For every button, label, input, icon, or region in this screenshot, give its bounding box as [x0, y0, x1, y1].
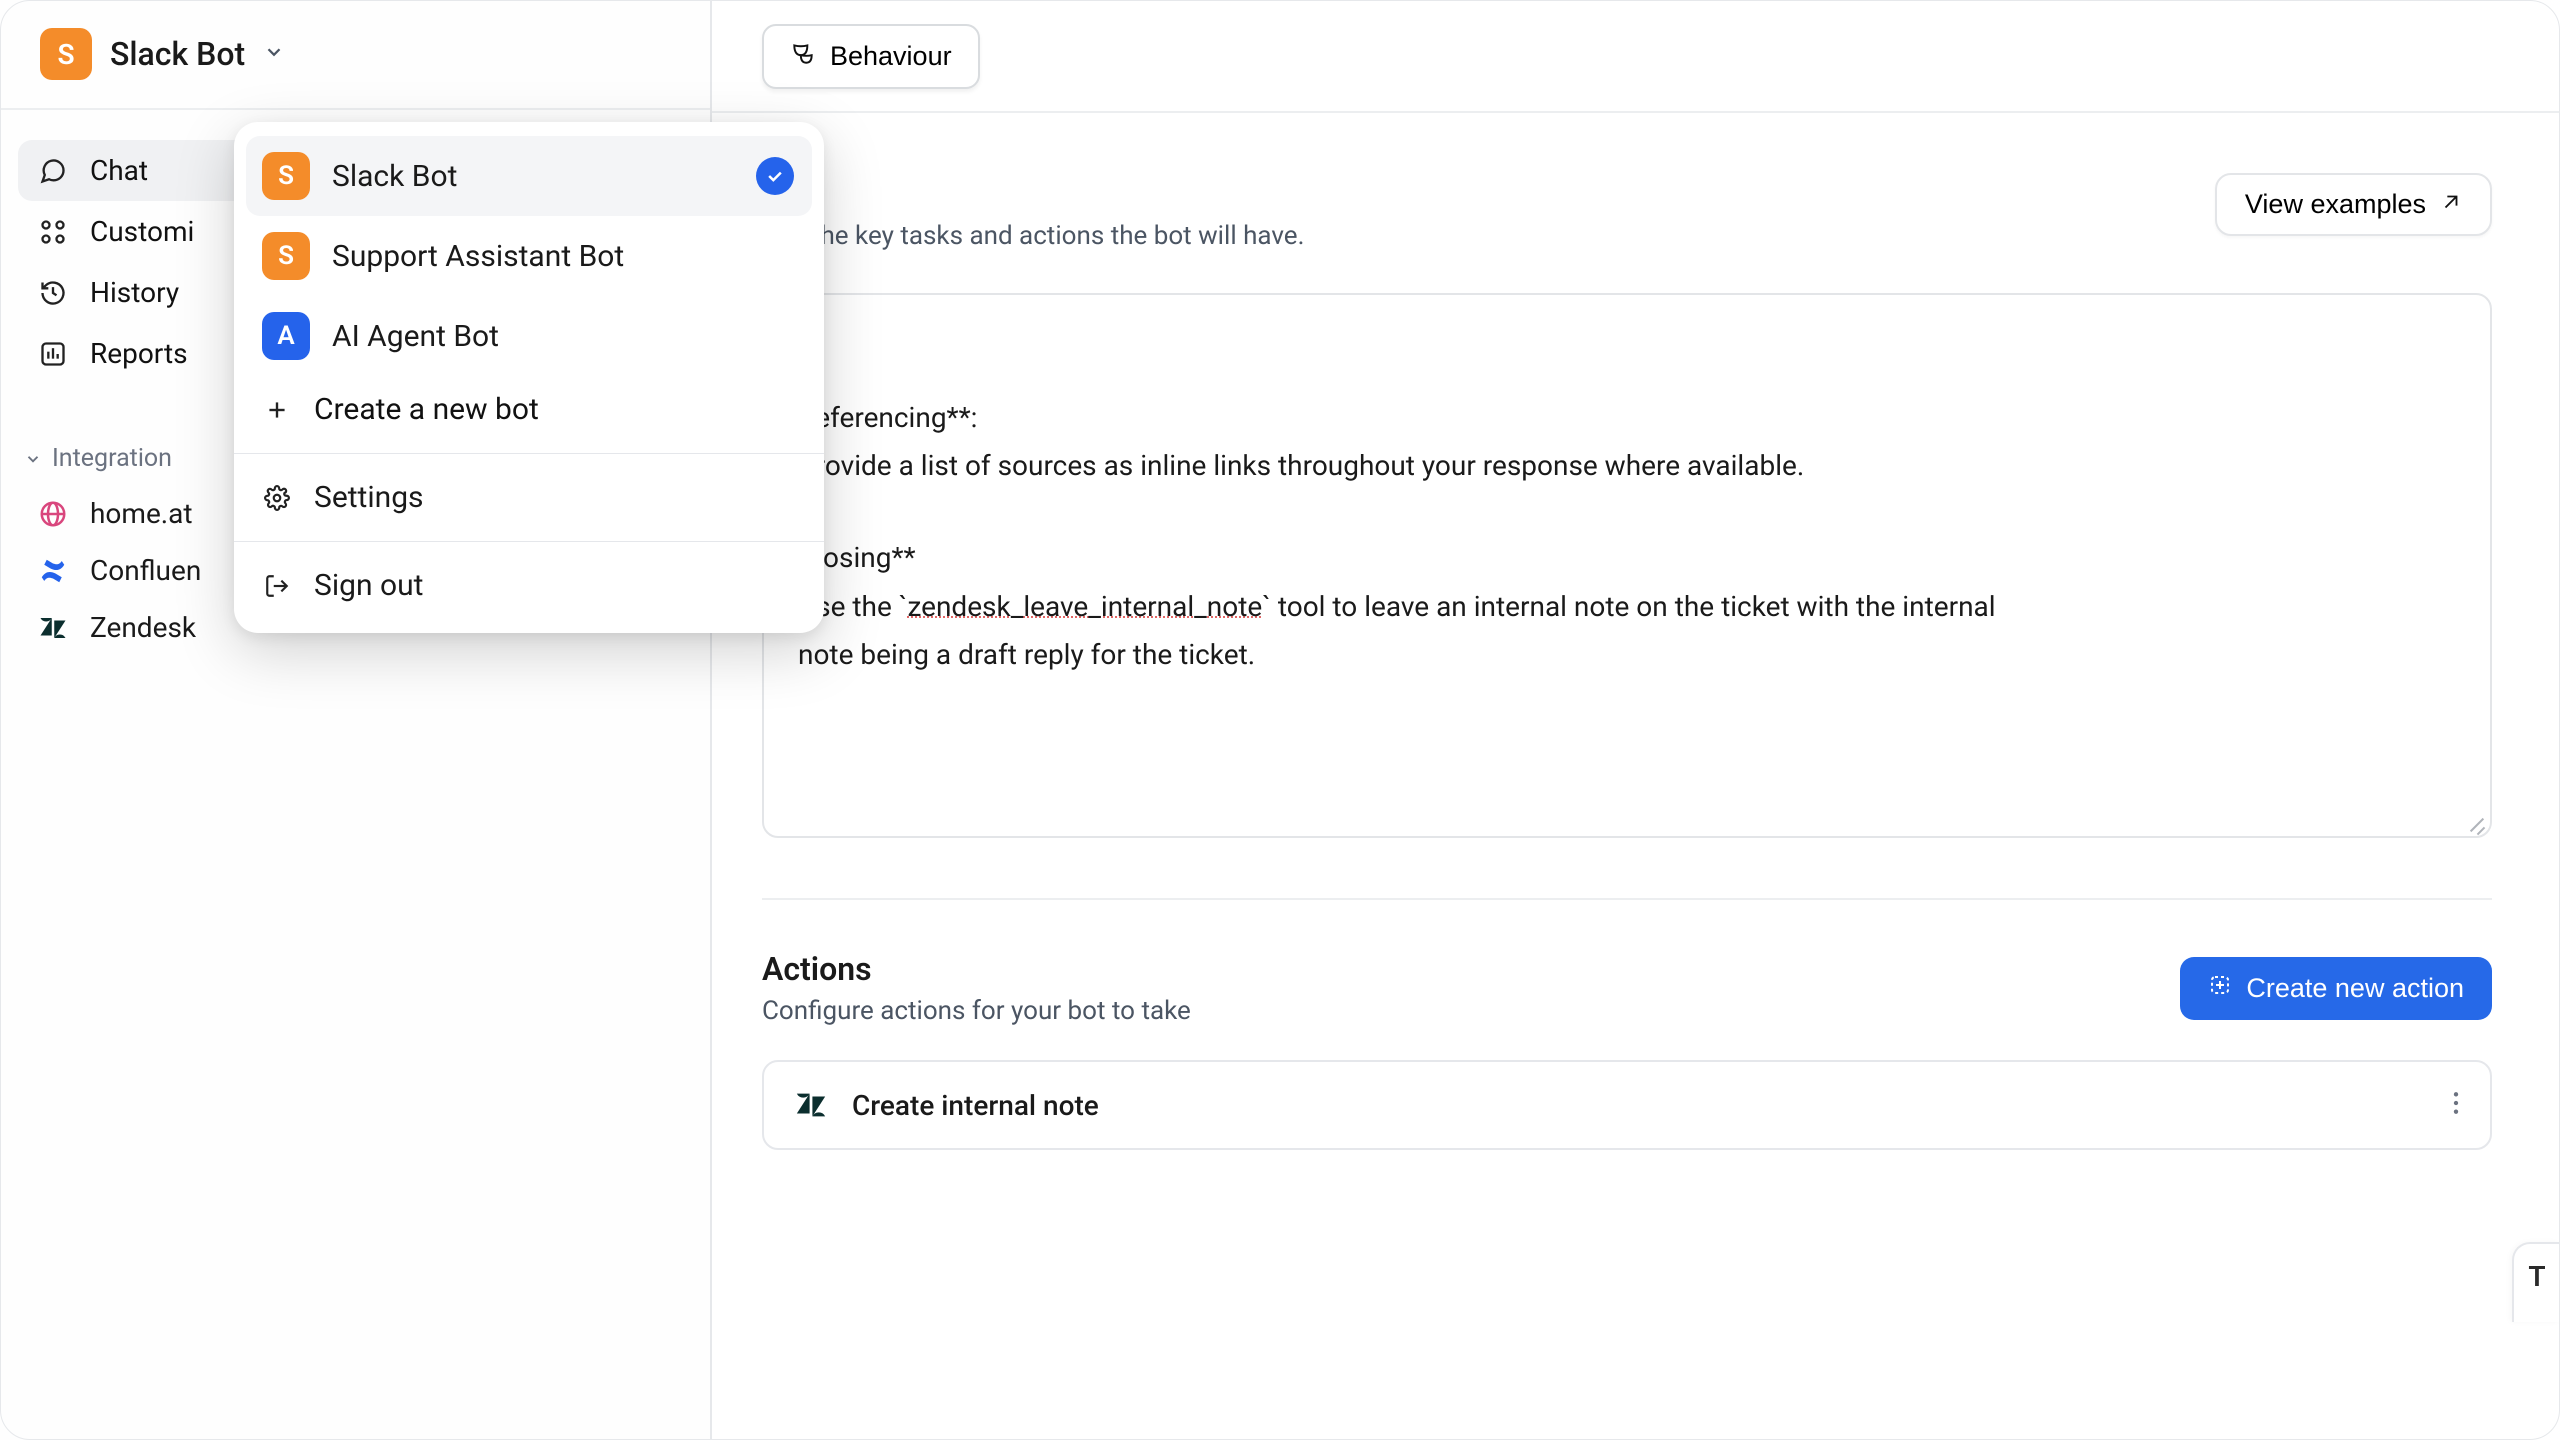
dropdown-bot-label: Support Assistant Bot	[332, 239, 624, 274]
reports-icon	[38, 339, 68, 369]
bot-switcher[interactable]: S Slack Bot	[0, 0, 710, 110]
chevron-down-icon	[263, 41, 285, 68]
prompt-line: note being a draft reply for the ticket.	[798, 632, 2456, 678]
prompt-textarea[interactable]: Referencing**: Provide a list of sources…	[762, 293, 2492, 838]
view-examples-button[interactable]: View examples	[2215, 173, 2492, 236]
arrow-up-right-icon	[2440, 189, 2462, 220]
create-action-button[interactable]: Create new action	[2180, 957, 2492, 1020]
dropdown-bot-support[interactable]: S Support Assistant Bot	[234, 216, 824, 296]
create-action-label: Create new action	[2246, 973, 2464, 1004]
plus-icon	[262, 395, 292, 425]
dropdown-bot-slack[interactable]: S Slack Bot	[246, 136, 812, 216]
dropdown-signout-label: Sign out	[314, 568, 423, 603]
integrations-label: Integration	[52, 444, 172, 473]
right-rail-tab[interactable]: T	[2512, 1242, 2560, 1322]
dropdown-divider	[234, 453, 824, 454]
tool-name: zendesk_leave_internal_note	[907, 590, 1262, 623]
create-action-icon	[2208, 973, 2232, 1004]
dropdown-bot-label: Slack Bot	[332, 159, 457, 194]
bot-logo: A	[262, 312, 310, 360]
view-examples-label: View examples	[2245, 189, 2426, 220]
globe-icon	[38, 499, 68, 529]
dropdown-bot-label: AI Agent Bot	[332, 319, 499, 354]
sidebar-item-label: History	[90, 276, 179, 309]
dropdown-signout[interactable]: Sign out	[234, 552, 824, 619]
prompt-title: mpt	[762, 173, 1304, 211]
resize-handle-icon[interactable]	[2464, 810, 2486, 832]
dropdown-settings[interactable]: Settings	[234, 464, 824, 531]
actions-subtitle: Configure actions for your bot to take	[762, 996, 1191, 1026]
sidebar-item-label: Reports	[90, 337, 188, 370]
actions-title: Actions	[762, 950, 1191, 988]
dropdown-divider	[234, 541, 824, 542]
divider	[762, 898, 2492, 900]
gear-icon	[262, 483, 292, 513]
action-card[interactable]: Create internal note	[762, 1060, 2492, 1150]
sidebar-item-label: Chat	[90, 154, 148, 187]
topbar: Behaviour	[712, 0, 2560, 113]
integration-label: home.at	[90, 497, 193, 530]
prompt-line: Referencing**:	[798, 395, 2456, 441]
theater-masks-icon	[790, 40, 816, 73]
prompt-line: Use the `zendesk_leave_internal_note` to…	[798, 584, 2456, 630]
main-content: Behaviour mpt ribe the key tasks and act…	[712, 0, 2560, 1440]
history-icon	[38, 278, 68, 308]
prompt-line: Provide a list of sources as inline link…	[798, 443, 2456, 489]
check-icon	[756, 157, 794, 195]
confluence-icon	[38, 556, 68, 586]
chat-icon	[38, 156, 68, 186]
action-label: Create internal note	[852, 1089, 1099, 1122]
prompt-subtitle: ribe the key tasks and actions the bot w…	[762, 221, 1304, 251]
dropdown-create-bot[interactable]: Create a new bot	[234, 376, 824, 443]
more-menu-icon[interactable]	[2452, 1090, 2460, 1121]
dropdown-settings-label: Settings	[314, 480, 424, 515]
current-bot-name: Slack Bot	[110, 35, 245, 73]
signout-icon	[262, 571, 292, 601]
prompt-line: Closing**	[798, 535, 2456, 581]
sidebar-item-label: Customi	[90, 215, 194, 248]
zendesk-icon	[38, 613, 68, 643]
bot-logo: S	[262, 152, 310, 200]
integration-label: Zendesk	[90, 611, 196, 644]
dropdown-bot-ai-agent[interactable]: A AI Agent Bot	[234, 296, 824, 376]
customize-icon	[38, 217, 68, 247]
integration-label: Confluen	[90, 554, 201, 587]
zendesk-icon	[794, 1088, 828, 1122]
dropdown-create-label: Create a new bot	[314, 392, 539, 427]
bot-logo: S	[262, 232, 310, 280]
behaviour-label: Behaviour	[830, 41, 952, 72]
bot-logo: S	[40, 28, 92, 80]
behaviour-tab[interactable]: Behaviour	[762, 24, 980, 89]
bot-switcher-dropdown: S Slack Bot S Support Assistant Bot A AI…	[234, 122, 824, 633]
